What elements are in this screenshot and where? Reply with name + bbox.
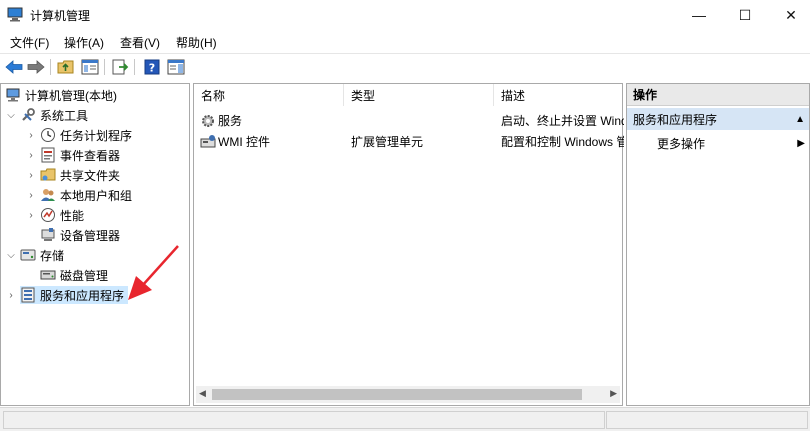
tree-label: 服务和应用程序 <box>40 288 125 303</box>
tree-label: 性能 <box>60 208 85 223</box>
menu-file[interactable]: 文件(F) <box>10 34 49 51</box>
tree-item-system-tools[interactable]: ⌵ 系统工具 <box>5 105 88 125</box>
tree-label: 事件查看器 <box>60 148 121 163</box>
list-item-description: 启动、终止并设置 Windows 服务 <box>501 114 624 128</box>
tree-label: 共享文件夹 <box>60 168 121 183</box>
column-header-name[interactable]: 名称 <box>194 84 344 106</box>
back-arrow-icon[interactable] <box>4 57 24 77</box>
status-cell <box>606 411 808 429</box>
actions-pane: 操作 服务和应用程序 ▲ 更多操作 ▶ <box>626 83 810 406</box>
tree-item-shared-folders[interactable]: › 共享文件夹 <box>25 165 120 185</box>
event-viewer-icon <box>40 147 56 163</box>
list-cell-name: WMI 控件 <box>200 133 270 150</box>
horizontal-scrollbar[interactable]: ◀ ▶ <box>196 386 620 403</box>
toolbar: ? <box>0 53 810 81</box>
up-folder-icon[interactable] <box>56 57 76 77</box>
status-cell <box>3 411 605 429</box>
actions-header: 操作 <box>627 84 809 106</box>
tools-icon <box>20 107 36 123</box>
computer-management-icon <box>7 7 23 22</box>
list-item-type: 扩展管理单元 <box>351 135 424 149</box>
tree-item-disk-management[interactable]: 磁盘管理 <box>40 265 108 285</box>
device-manager-icon <box>40 227 56 243</box>
menu-help[interactable]: 帮助(H) <box>176 34 217 51</box>
list-pane: 名称 类型 描述 服务 启动、终止并设置 Windows 服务 WMI 控件 扩… <box>193 83 624 406</box>
toolbar-separator <box>104 59 105 75</box>
help-icon[interactable]: ? <box>142 57 162 77</box>
scroll-right-icon[interactable]: ▶ <box>610 388 617 399</box>
list-item-name: 服务 <box>218 114 243 128</box>
status-bar <box>0 407 810 431</box>
performance-icon <box>40 207 56 223</box>
chevron-right-icon[interactable]: › <box>25 170 37 181</box>
chevron-right-icon[interactable]: › <box>25 190 37 201</box>
chevron-right-icon[interactable]: › <box>25 130 37 141</box>
chevron-right-icon[interactable]: › <box>25 150 37 161</box>
clock-icon <box>40 127 56 143</box>
list-item-name: WMI 控件 <box>218 135 270 149</box>
scrollbar-thumb[interactable] <box>212 389 582 400</box>
show-hide-action-pane-icon[interactable] <box>166 57 186 77</box>
tree-item-local-users[interactable]: › 本地用户和组 <box>25 185 132 205</box>
minimize-button[interactable]: — <box>676 0 722 30</box>
tree-label: 磁盘管理 <box>60 268 109 283</box>
list-row[interactable]: WMI 控件 扩展管理单元 配置和控制 Windows 管理规范 <box>194 130 624 150</box>
column-header-description[interactable]: 描述 <box>494 84 624 106</box>
menu-view[interactable]: 查看(V) <box>120 34 160 51</box>
column-header-type[interactable]: 类型 <box>344 84 494 106</box>
chevron-right-icon[interactable]: › <box>25 210 37 221</box>
more-actions-item[interactable]: 更多操作 ▶ <box>657 133 809 153</box>
tree-label: 系统工具 <box>40 108 89 123</box>
tree-item-event-viewer[interactable]: › 事件查看器 <box>25 145 120 165</box>
wmi-control-icon <box>200 134 216 150</box>
chevron-down-icon[interactable]: ⌵ <box>5 250 17 261</box>
toolbar-separator <box>134 59 135 75</box>
close-button[interactable]: ✕ <box>768 0 810 30</box>
selected-highlight: 服务和应用程序 <box>20 286 129 304</box>
list-item-description: 配置和控制 Windows 管理规范 <box>501 135 624 149</box>
list-row[interactable]: 服务 启动、终止并设置 Windows 服务 <box>194 109 624 129</box>
users-icon <box>40 187 56 203</box>
gear-icon <box>200 113 216 129</box>
tree-item-device-manager[interactable]: 设备管理器 <box>40 225 120 245</box>
actions-section-label: 服务和应用程序 <box>633 112 718 127</box>
collapse-up-icon[interactable]: ▲ <box>795 114 805 125</box>
tree-item-performance[interactable]: › 性能 <box>25 205 84 225</box>
shared-folder-icon <box>40 167 56 183</box>
tree-item-services-apps[interactable]: › 服务和应用程序 <box>5 285 129 305</box>
tree-label: 任务计划程序 <box>60 128 133 143</box>
more-actions-label: 更多操作 <box>657 136 706 151</box>
tree-label: 设备管理器 <box>60 228 121 243</box>
chevron-right-icon[interactable]: › <box>5 290 17 301</box>
toolbar-separator <box>50 59 51 75</box>
computer-icon <box>5 87 21 103</box>
forward-arrow-icon[interactable] <box>26 57 46 77</box>
list-cell-name: 服务 <box>200 112 242 129</box>
svg-text:?: ? <box>149 62 155 75</box>
tree-label: 计算机管理(本地) <box>25 88 117 103</box>
storage-icon <box>20 247 36 263</box>
export-list-icon[interactable] <box>110 57 130 77</box>
disk-icon <box>40 267 56 283</box>
menu-action[interactable]: 操作(A) <box>64 34 104 51</box>
maximize-button[interactable]: ☐ <box>722 0 768 30</box>
red-arrow-icon <box>128 245 179 300</box>
scroll-left-icon[interactable]: ◀ <box>199 388 206 399</box>
title-bar: 计算机管理 — ☐ ✕ <box>0 0 810 30</box>
tree-item-storage[interactable]: ⌵ 存储 <box>5 245 64 265</box>
services-apps-icon <box>20 287 36 303</box>
tree-item-root[interactable]: 计算机管理(本地) <box>5 85 117 105</box>
show-hide-tree-icon[interactable] <box>80 57 100 77</box>
window-title: 计算机管理 <box>30 9 91 23</box>
chevron-down-icon[interactable]: ⌵ <box>5 110 17 121</box>
tree-label: 本地用户和组 <box>60 188 133 203</box>
tree-item-task-scheduler[interactable]: › 任务计划程序 <box>25 125 132 145</box>
submenu-arrow-icon[interactable]: ▶ <box>797 138 805 149</box>
menu-bar: 文件(F) 操作(A) 查看(V) 帮助(H) <box>0 31 810 52</box>
actions-section-services-apps[interactable]: 服务和应用程序 ▲ <box>627 108 809 130</box>
tree-label: 存储 <box>40 248 65 263</box>
